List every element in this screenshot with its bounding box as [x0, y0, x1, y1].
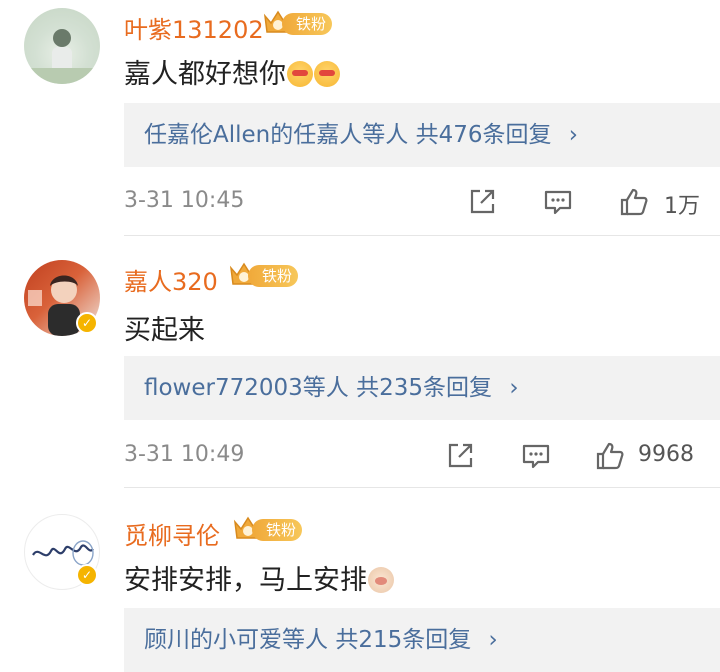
comment-meta: 3-31 10:45 1万 — [124, 182, 720, 222]
reply-users: flower772003等人 — [144, 375, 349, 401]
chevron-right-icon: › — [488, 627, 498, 653]
fan-badge-label: 铁粉 — [248, 265, 298, 287]
fan-badge-label: 铁粉 — [252, 519, 302, 541]
reply-summary[interactable]: 任嘉伦Allen的任嘉人等人 共476条回复 › — [124, 103, 720, 167]
heart-eyes-emoji-icon — [287, 61, 313, 87]
chevron-right-icon: › — [509, 375, 519, 401]
heart-eyes-emoji-icon — [314, 61, 340, 87]
comment-text: 安排安排，马上安排 — [124, 558, 394, 597]
comment-text: 嘉人都好想你 — [124, 52, 340, 91]
fan-badge-label: 铁粉 — [282, 13, 332, 35]
verified-badge-icon: ✓ — [76, 312, 98, 334]
fan-badge: 铁粉 — [228, 260, 300, 288]
username[interactable]: 叶紫131202 — [124, 10, 264, 45]
reply-count: 共235条回复 — [356, 375, 492, 401]
timestamp: 3-31 10:45 — [124, 188, 245, 213]
comment-text: 买起来 — [124, 308, 205, 347]
reply-count: 共215条回复 — [335, 627, 472, 653]
reply-summary[interactable]: 顾川的小可爱等人 共215条回复 › — [124, 608, 720, 672]
share-icon[interactable] — [466, 186, 498, 218]
avatar[interactable] — [24, 8, 100, 84]
reply-summary[interactable]: flower772003等人 共235条回复 › — [124, 356, 720, 420]
thumbs-up-icon[interactable] — [594, 440, 626, 472]
timestamp: 3-31 10:49 — [124, 442, 245, 467]
comment-icon[interactable] — [542, 186, 574, 218]
comment-text-content: 安排安排，马上安排 — [124, 565, 367, 596]
comment-item: 叶紫131202 铁粉 嘉人都好想你 任嘉伦Allen的任嘉人等人 共476条回… — [0, 0, 720, 236]
comment-item: ✓ 嘉人320 铁粉 买起来 flower772003等人 共235条回复 › … — [0, 236, 720, 488]
reply-users: 任嘉伦Allen的任嘉人等人 — [144, 122, 409, 148]
comment-icon[interactable] — [520, 440, 552, 472]
share-icon[interactable] — [444, 440, 476, 472]
reply-count: 共476条回复 — [415, 122, 552, 148]
like-count: 1万 — [664, 194, 700, 219]
comment-meta: 3-31 10:49 9968 — [124, 436, 720, 476]
comment-text-content: 买起来 — [124, 315, 205, 346]
fan-badge: 铁粉 — [262, 8, 334, 36]
username[interactable]: 觅柳寻伦 — [124, 516, 220, 551]
like-count: 9968 — [638, 442, 694, 467]
chevron-right-icon: › — [568, 122, 578, 148]
thumbs-up-icon[interactable] — [618, 186, 650, 218]
comment-text-content: 嘉人都好想你 — [124, 59, 286, 90]
verified-badge-icon: ✓ — [76, 564, 98, 586]
username[interactable]: 嘉人320 — [124, 262, 218, 297]
comment-item: ✓ 觅柳寻伦 铁粉 安排安排，马上安排 顾川的小可爱等人 共215条回复 › — [0, 488, 720, 672]
pet-emoji-icon — [368, 567, 394, 593]
fan-badge: 铁粉 — [232, 514, 304, 542]
reply-users: 顾川的小可爱等人 — [144, 627, 328, 653]
avatar-figure-icon — [24, 29, 100, 84]
